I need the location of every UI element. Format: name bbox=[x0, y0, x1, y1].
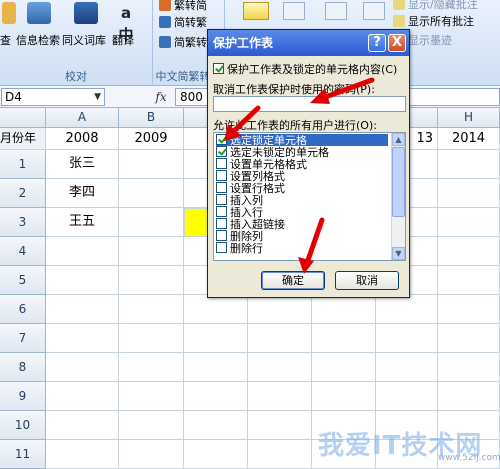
arrow-to-list-icon bbox=[224, 105, 261, 141]
watermark-url: www.52ij.com bbox=[438, 453, 500, 463]
annotation-arrows bbox=[224, 77, 375, 274]
arrow-to-ok-icon bbox=[298, 217, 325, 274]
arrow-to-password-icon bbox=[310, 77, 375, 104]
